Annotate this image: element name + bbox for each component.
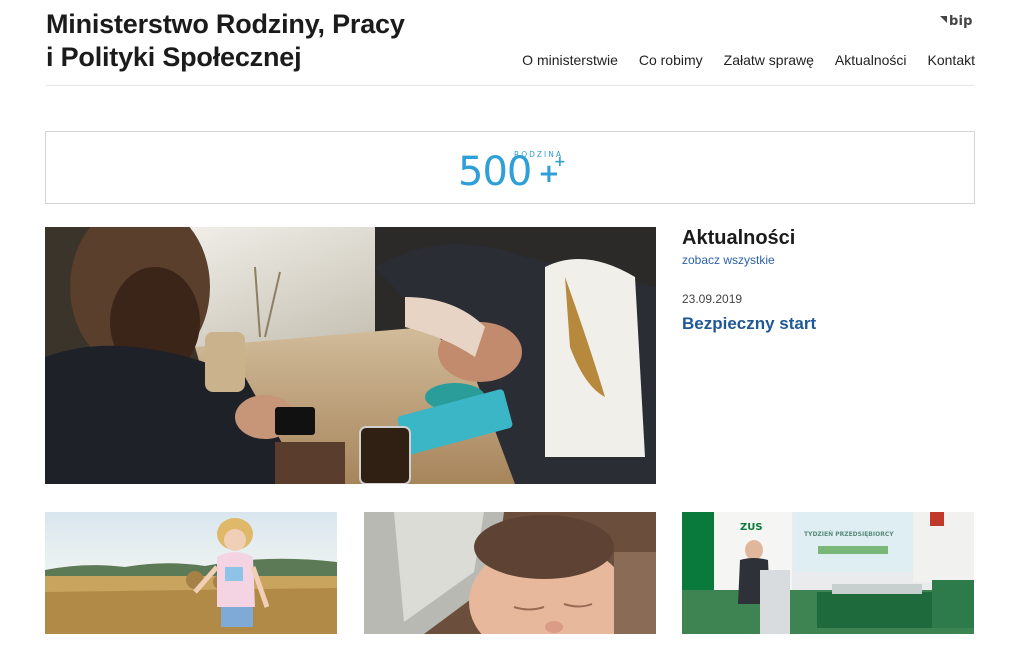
- rodzina-500-logo: 500 RODZINA + +: [458, 149, 566, 190]
- site-title-line-1: Ministerstwo Rodziny, Pracy: [46, 9, 405, 39]
- bip-label: bip: [949, 14, 973, 29]
- site-title[interactable]: Ministerstwo Rodziny, Pracy i Polityki S…: [46, 8, 405, 74]
- bip-link[interactable]: bip: [940, 14, 973, 29]
- news-panel: Aktualności zobacz wszystkie 23.09.2019 …: [682, 226, 974, 334]
- thumbnail-girl-in-field[interactable]: [45, 512, 337, 634]
- sleeping-baby-illustration: [364, 512, 656, 634]
- thumbnail-zus-conference[interactable]: ZUS TYDZIEŃ PRZEDSIĘBIORCY: [682, 512, 974, 634]
- zus-logo-text: ZUS: [740, 522, 763, 533]
- zus-conference-illustration: ZUS TYDZIEŃ PRZEDSIĘBIORCY: [682, 512, 974, 634]
- see-all-news-link[interactable]: zobacz wszystkie: [682, 253, 974, 267]
- nav-item-zalatw-sprawe[interactable]: Załatw sprawę: [724, 52, 814, 68]
- hero-photo-handshake[interactable]: [45, 227, 656, 484]
- news-date: 23.09.2019: [682, 292, 743, 306]
- thumbnail-sleeping-baby[interactable]: [364, 512, 656, 634]
- zus-screen-title: TYDZIEŃ PRZEDSIĘBIORCY: [804, 530, 894, 538]
- nav-item-kontakt[interactable]: Kontakt: [928, 52, 975, 68]
- bip-triangle-icon: [940, 16, 947, 23]
- news-title-link[interactable]: Bezpieczny start: [682, 314, 974, 334]
- news-heading: Aktualności: [682, 227, 796, 249]
- nav-item-o-ministerstwie[interactable]: O ministerstwie: [522, 52, 618, 68]
- main-navigation: O ministerstwie Co robimy Załatw sprawę …: [522, 52, 975, 68]
- girl-in-field-illustration: [45, 512, 337, 634]
- nav-item-aktualnosci[interactable]: Aktualności: [835, 52, 907, 68]
- rodzina-500-banner[interactable]: 500 RODZINA + +: [45, 131, 975, 204]
- header-divider: [46, 85, 974, 86]
- nav-item-co-robimy[interactable]: Co robimy: [639, 52, 703, 68]
- site-title-line-2: i Polityki Społecznej: [46, 42, 302, 72]
- logo-plus-small: +: [554, 154, 566, 170]
- handshake-illustration: [45, 227, 656, 484]
